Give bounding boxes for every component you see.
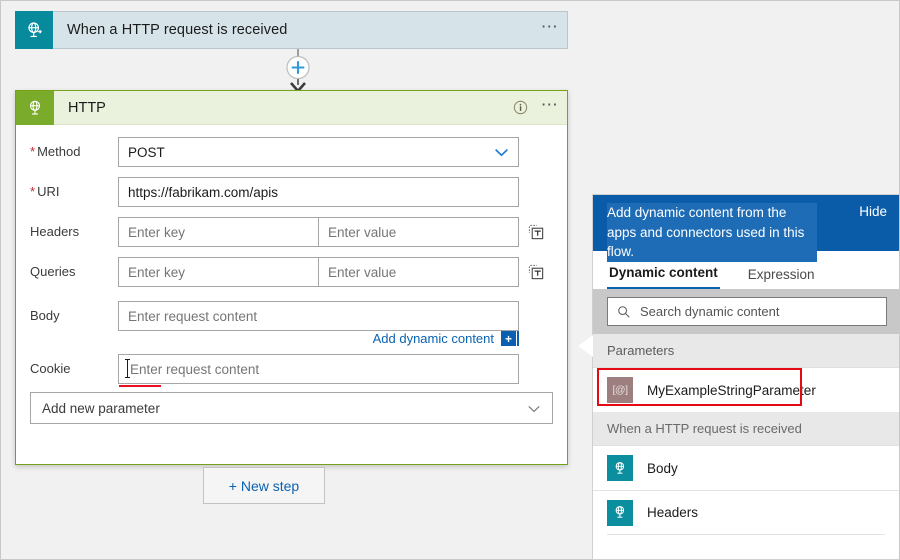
panel-pointer-arrow <box>578 335 593 357</box>
queries-label: Queries <box>30 257 118 280</box>
add-new-parameter-dropdown[interactable]: Add new parameter <box>30 392 553 424</box>
chevron-down-icon <box>494 145 509 160</box>
workflow-designer-canvas: When a HTTP request is received ⋯ <box>0 0 580 560</box>
queries-row: Queries Enter key Enter value <box>30 257 553 287</box>
method-value: POST <box>128 145 165 160</box>
dynamic-content-panel-header: Add dynamic content from the apps and co… <box>593 195 899 251</box>
method-label: *Method <box>30 137 118 160</box>
cookie-label: Cookie <box>30 354 118 377</box>
switch-to-text-mode-icon[interactable] <box>519 217 553 247</box>
switch-to-text-mode-icon[interactable] <box>519 257 553 287</box>
http-request-globe-icon <box>607 455 633 481</box>
http-card-title: HTTP <box>54 100 507 116</box>
uri-value: https://fabrikam.com/apis <box>128 185 278 200</box>
method-row: *Method POST <box>30 137 553 167</box>
queries-value-input[interactable]: Enter value <box>318 257 519 287</box>
list-item-body[interactable]: Body <box>593 446 899 490</box>
tab-dynamic-content[interactable]: Dynamic content <box>607 265 720 289</box>
text-caret <box>127 359 128 378</box>
http-globe-icon <box>16 91 54 125</box>
add-dynamic-content-row: Add dynamic content + <box>30 331 519 346</box>
list-item-label: Headers <box>647 505 698 520</box>
headers-value-input[interactable]: Enter value <box>318 217 519 247</box>
add-dynamic-content-link[interactable]: Add dynamic content <box>373 331 494 346</box>
dynamic-content-panel: Add dynamic content from the apps and co… <box>592 194 899 560</box>
body-input[interactable]: Enter request content <box>118 301 519 331</box>
http-action-card: HTTP ⋯ *Method POST <box>15 90 568 465</box>
cookie-row: Cookie Enter request content <box>30 354 553 384</box>
string-parameter-icon: [@] <box>607 377 633 403</box>
trigger-card[interactable]: When a HTTP request is received ⋯ <box>15 11 568 49</box>
http-card-menu-button[interactable]: ⋯ <box>533 91 567 124</box>
cookie-input[interactable]: Enter request content <box>118 354 519 384</box>
http-request-globe-icon <box>607 500 633 526</box>
trigger-title: When a HTTP request is received <box>53 22 533 38</box>
parameter-item-wrapper: [@] MyExampleStringParameter <box>593 368 899 412</box>
http-request-globe-icon <box>15 11 53 49</box>
cookie-field-wrapper: Enter request content <box>118 354 519 384</box>
headers-key-value-pair: Enter key Enter value <box>118 217 519 247</box>
group-header-parameters: Parameters <box>593 334 899 368</box>
http-card-header[interactable]: HTTP ⋯ <box>16 91 567 125</box>
list-item-my-example-string-parameter[interactable]: [@] MyExampleStringParameter <box>593 368 899 412</box>
uri-input[interactable]: https://fabrikam.com/apis <box>118 177 519 207</box>
new-step-button[interactable]: + New step <box>203 467 325 504</box>
search-dynamic-content-input[interactable]: Search dynamic content <box>607 297 887 326</box>
required-indicator: * <box>30 184 35 199</box>
list-item-headers[interactable]: Headers <box>593 490 899 534</box>
body-label: Body <box>30 301 118 324</box>
trigger-menu-button[interactable]: ⋯ <box>533 12 567 48</box>
dynamic-content-panel-description: Add dynamic content from the apps and co… <box>607 203 817 262</box>
connector-with-add-button <box>277 49 319 93</box>
focus-underline <box>119 385 161 387</box>
headers-key-input[interactable]: Enter key <box>118 217 318 247</box>
required-indicator: * <box>30 144 35 159</box>
add-new-parameter-row: Add new parameter <box>16 390 567 424</box>
headers-label: Headers <box>30 217 118 240</box>
uri-row: *URI https://fabrikam.com/apis <box>30 177 553 207</box>
info-icon[interactable] <box>507 100 533 115</box>
search-band: Search dynamic content <box>593 289 899 334</box>
add-new-parameter-label: Add new parameter <box>42 401 160 416</box>
method-dropdown[interactable]: POST <box>118 137 519 167</box>
chevron-down-icon <box>527 401 541 416</box>
list-item-label: MyExampleStringParameter <box>647 383 816 398</box>
queries-key-input[interactable]: Enter key <box>118 257 318 287</box>
add-dynamic-content-plus-icon[interactable]: + <box>501 331 516 346</box>
search-icon <box>617 305 631 319</box>
queries-key-value-pair: Enter key Enter value <box>118 257 519 287</box>
body-row: Body Enter request content <box>30 301 553 331</box>
tab-expression[interactable]: Expression <box>746 267 817 289</box>
list-item-label: Body <box>647 461 678 476</box>
search-placeholder: Search dynamic content <box>640 304 779 319</box>
list-divider <box>607 534 885 535</box>
add-dynamic-content-badge-bar <box>517 331 519 346</box>
uri-label: *URI <box>30 177 118 200</box>
group-header-trigger: When a HTTP request is received <box>593 412 899 446</box>
headers-row: Headers Enter key Enter value <box>30 217 553 247</box>
hide-panel-link[interactable]: Hide <box>859 203 887 219</box>
http-parameters-form: *Method POST *URI https://fabrikam.com/a… <box>16 125 567 384</box>
